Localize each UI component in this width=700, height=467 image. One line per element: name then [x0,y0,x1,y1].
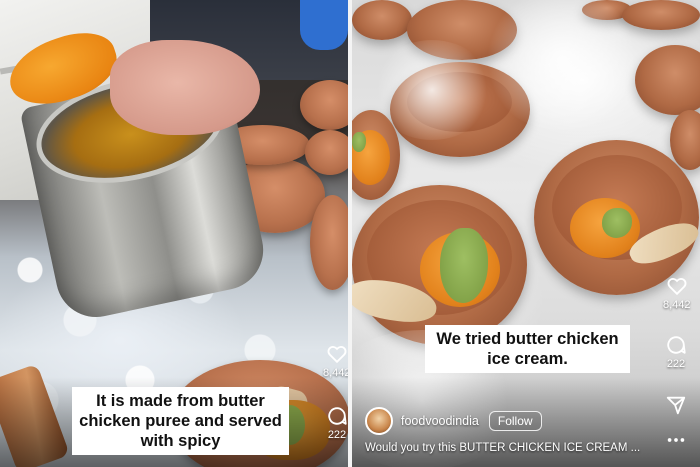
clay-bowl [352,0,412,40]
dry-ice-smoke [372,40,492,140]
author-row: foodvoodindia Follow [365,407,542,435]
like-action-right[interactable]: 8,442 [663,274,691,311]
comment-icon[interactable] [325,404,348,428]
left-reel-panel: It is made from butter chicken puree and… [0,0,348,467]
post-description-text: Would you try this BUTTER CHICKEN ICE CR… [365,442,641,454]
like-count: 8,442 [323,367,348,379]
clay-bowl [310,195,348,290]
caption-left: It is made from butter chicken puree and… [72,387,289,456]
username[interactable]: foodvoodindia [401,414,479,428]
send-icon[interactable] [664,393,688,417]
like-action-left[interactable]: 8,442 [323,342,348,379]
heart-icon[interactable] [325,342,348,366]
comment-action-left[interactable]: 222 [325,404,348,441]
split-frame: It is made from butter chicken puree and… [0,0,700,467]
follow-button[interactable]: Follow [488,411,542,431]
heart-icon[interactable] [665,274,689,298]
post-description[interactable]: Would you try this BUTTER CHICKEN ICE CR… [365,442,640,454]
blue-glove [300,0,348,50]
comment-count: 222 [666,358,686,370]
more-action-right[interactable] [664,428,688,452]
comment-count: 222 [327,429,347,441]
hand [110,40,260,135]
right-reel-panel [352,0,700,467]
more-icon[interactable] [664,428,688,452]
caption-right: We tried butter chicken ice cream. [425,325,630,374]
clay-bowl [305,130,348,175]
comment-icon[interactable] [664,333,688,357]
comment-action-right[interactable]: 222 [664,333,688,370]
share-action-right[interactable] [664,393,688,417]
like-count: 8,442 [663,299,691,311]
clay-bowl [622,0,700,30]
avatar[interactable] [365,407,393,435]
